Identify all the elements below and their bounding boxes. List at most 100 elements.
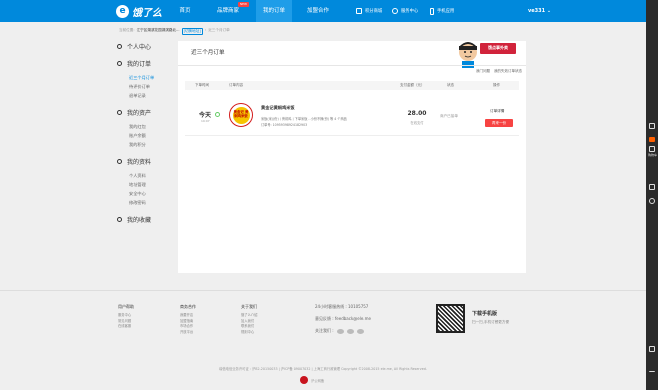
history-icon[interactable] [649,198,655,204]
breadcrumb: 当前位置: 江宁区湖滨花园湖滨路北... [切换地址] › 近三个月订单 [119,28,230,35]
new-badge: NEW [237,2,249,7]
reorder-button[interactable]: 再来一份 [485,119,513,127]
nav-my-orders-section: 我的订单 [117,59,173,68]
qr-icon[interactable] [649,346,655,352]
left-nav: 个人中心 我的订单 近三个月订单 待评价订单 退单记录 我的资产 我的红包 账户… [117,42,173,229]
nav-section-title: 个人中心 [127,44,152,51]
mascot-text: 饿点事外卖 [488,45,508,50]
nav-section-title: 我的资料 [127,159,152,166]
orders-table-header: 下单时间 订单内容 支付金额（元） 状态 操作 [185,81,519,90]
nav-section-title: 我的收藏 [127,217,152,224]
hotline: 24小时客服热线 : 10105757 [315,304,369,309]
message-icon[interactable] [649,184,655,190]
nav-refunds[interactable]: 退单记录 [117,91,173,100]
user-icon[interactable] [649,123,655,129]
weibo-icon[interactable] [346,328,354,334]
follow-label: 关注我们 : [315,328,334,333]
right-rail: 购物车 [646,0,658,390]
service-center-link[interactable]: 服务中心 [392,0,418,22]
nav-security[interactable]: 安全中心 [117,189,173,198]
shop-logo[interactable]: 黄金记 黄焖鸡米饭 [229,103,253,127]
app-download-subtitle: 扫一扫,手机订餐更方便 [472,320,510,324]
app-download-title: 下载手机版 [472,311,498,317]
profile-icon [117,159,122,164]
nav-balance[interactable]: 账户余额 [117,131,173,140]
wechat-icon[interactable] [336,328,344,334]
headset-icon [392,8,398,14]
nav-favorites[interactable]: 我的收藏 [117,215,173,224]
police-badge-label: 沪公网备 [311,378,325,383]
user-menu[interactable]: ve331 ⌄ [528,0,551,22]
feedback-email[interactable]: 意见反馈 : feedback@ele.me [315,316,371,322]
footer-link[interactable]: 在线客服 [118,324,134,330]
nav-join[interactable]: 加盟合作 [303,0,333,22]
social-links: 关注我们 : [315,328,364,334]
col-order-content: 订单内容 [229,83,243,87]
order-time: 19:07 [201,119,210,123]
points-mall-label: 积分商城 [365,9,383,14]
cart-icon[interactable] [649,146,655,152]
logo-text: 饿了么 [132,8,162,19]
shop-name[interactable]: 黄金记黄焖鸡米饭 [261,105,295,111]
logo[interactable]: e 饿了么 [116,4,162,19]
col-order-time: 下单时间 [195,83,209,87]
nav-my-orders[interactable]: 我的订单 [256,0,292,22]
footer-col-business: 商务合作 我要开店 加盟指南 市场合作 开放平台 [180,304,196,335]
qq-icon[interactable] [356,328,364,334]
cart-count-badge [649,137,655,142]
nav-section-title: 我的资产 [127,110,152,117]
order-status: 商户已接单 [440,114,458,118]
cart-label: 购物车 [648,153,658,157]
payment-method: 在线支付 [410,121,424,125]
col-status: 状态 [447,83,454,87]
nav-home[interactable]: 首页 [174,0,196,22]
back-to-top-icon[interactable] [649,366,655,372]
footer-link[interactable]: 开放平台 [180,330,196,336]
breadcrumb-current: 当前位置: [119,28,135,32]
breadcrumb-separator: › [204,28,207,32]
nav-address[interactable]: 地址管理 [117,180,173,189]
home-icon [117,44,122,49]
change-address-link[interactable]: [切换地址] [181,28,203,35]
orders-panel: 近三个月订单 饿点事外卖 我门问题 我的失效订单状态 下单时间 订单内容 支付金… [178,41,526,273]
footer-link[interactable]: 饿了么介绍 [241,313,257,319]
invalid-orders-link[interactable]: 我的失效订单状态 [494,69,522,74]
nav-points[interactable]: 我的积分 [117,140,173,149]
mobile-app-link[interactable]: 手机应用 [430,0,454,22]
footer-col-head: 商务合作 [180,304,196,309]
nav-recent-orders[interactable]: 近三个月订单 [117,73,173,82]
app-qr-code [436,304,465,333]
footer-col-head: 关于我们 [241,304,257,309]
mobile-app-label: 手机应用 [437,9,455,14]
wallet-icon [117,110,122,115]
order-items: 米饭(米)(份)丨黄焖鸡丨下单米饭 - 小份不辣(份) 等 4 个商品 [261,117,347,121]
police-badge[interactable]: 沪公网备 [300,376,324,384]
nav-personal-info[interactable]: 个人资料 [117,171,173,180]
order-detail-link[interactable]: 订单详情 [490,109,504,114]
help-links: 我门问题 我的失效订单状态 [476,69,522,74]
breadcrumb-location[interactable]: 江宁区湖滨花园湖滨路北... [137,28,180,35]
nav-red-packets[interactable]: 我的红包 [117,122,173,131]
nav-brands[interactable]: 品牌商家 NEW [213,0,249,22]
table-row: 今天 19:07 黄金记 黄焖鸡米饭 黄金记黄焖鸡米饭 米饭(米)(份)丨黄焖鸡… [185,92,519,136]
shop-logo-text: 黄金记 黄焖鸡米饭 [232,106,250,124]
points-mall-link[interactable]: 积分商城 [356,0,382,22]
gift-icon [356,8,362,14]
copyright: 增值电信业务许可证 : 沪B2-20150033 | 沪ICP备 0900703… [219,367,427,371]
nav-brands-label: 品牌商家 [216,8,239,14]
nav-personal-center[interactable]: 个人中心 [117,42,173,51]
nav-change-password[interactable]: 修改密码 [117,198,173,207]
phone-icon [430,7,434,15]
nav-pending-review[interactable]: 待评价订单 [117,82,173,91]
page-title: 近三个月订单 [191,50,225,56]
title-divider [178,65,526,66]
help-link[interactable]: 我门问题 [476,69,490,74]
footer-link[interactable]: 规则中心 [241,330,257,336]
breadcrumb-page: 近三个月订单 [208,28,230,32]
order-icon [117,61,122,66]
nav-section-title: 我的订单 [127,61,152,68]
service-center-label: 服务中心 [401,9,419,14]
star-icon [117,217,122,222]
nav-assets-section: 我的资产 [117,108,173,117]
check-circle-icon [215,112,220,117]
